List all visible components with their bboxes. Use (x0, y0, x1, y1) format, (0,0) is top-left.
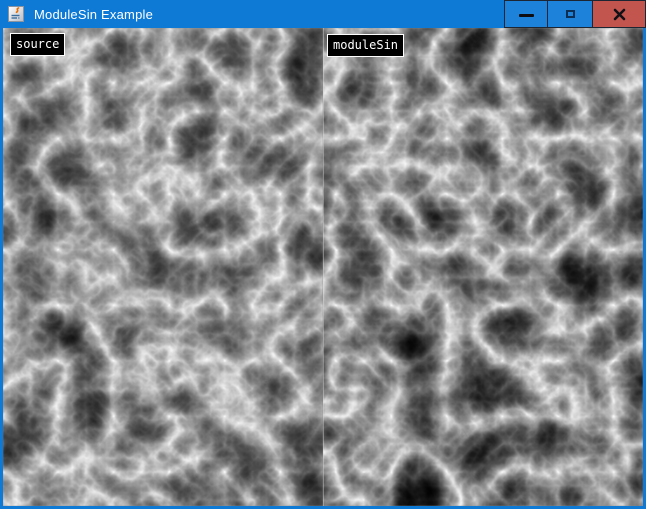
app-window: ModuleSin Example (0, 0, 646, 509)
minimize-button[interactable] (504, 0, 548, 28)
titlebar[interactable]: ModuleSin Example (0, 0, 646, 28)
panel-label-modulesin: moduleSin (327, 34, 404, 57)
maximize-icon (566, 10, 575, 18)
window-title: ModuleSin Example (34, 7, 153, 22)
maximize-button[interactable] (548, 0, 593, 28)
minimize-icon (519, 14, 534, 17)
close-icon (613, 8, 626, 21)
panel-divider (323, 28, 324, 506)
close-button[interactable] (593, 0, 646, 28)
panel-label-source: source (10, 33, 65, 56)
window-controls (504, 0, 646, 28)
java-coffee-icon[interactable] (8, 6, 24, 22)
render-area: source moduleSin (3, 28, 643, 506)
source-noise-panel (3, 28, 323, 506)
modulesin-noise-panel (323, 28, 643, 506)
